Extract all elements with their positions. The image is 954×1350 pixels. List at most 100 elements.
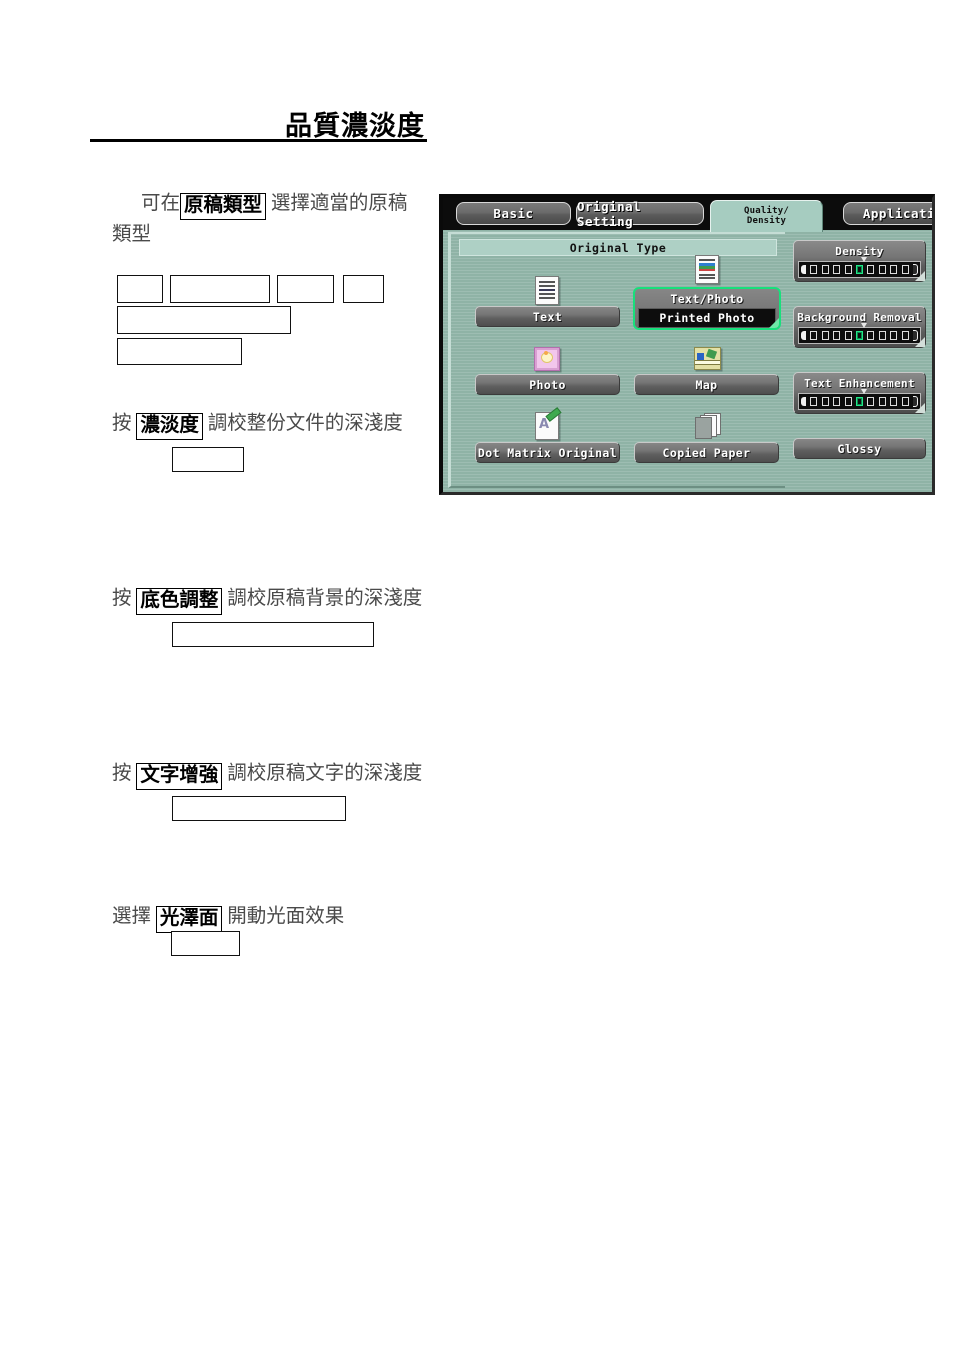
density-slider-step[interactable] — [878, 265, 886, 274]
map-icon — [694, 342, 721, 372]
background-removal-slider-step[interactable] — [844, 331, 852, 340]
instruction-3-suffix: 調校原稿背景的深淺度 — [227, 588, 423, 609]
instruction-line-6: 選擇 光澤面 開動光面效果 — [112, 901, 344, 933]
text-enhancement-slider-step[interactable] — [844, 397, 852, 406]
background-removal-control[interactable]: Background Removal — [793, 306, 926, 348]
background-removal-slider-step[interactable] — [901, 331, 909, 340]
blank-note-box-7 — [172, 447, 244, 472]
background-removal-slider-min-cap — [801, 331, 806, 340]
instruction-2-suffix: 調校整份文件的深淺度 — [207, 413, 403, 434]
background-removal-slider-step[interactable] — [821, 331, 829, 340]
key-original-type: 原稿類型 — [180, 193, 267, 220]
dot-matrix-glyph: A — [535, 407, 562, 440]
text-enhancement-slider-step-selected[interactable] — [855, 397, 863, 406]
density-slider-step[interactable] — [844, 265, 852, 274]
text-document-glyph — [535, 276, 559, 305]
text-enhancement-slider-step[interactable] — [867, 397, 875, 406]
text-enhancement-slider[interactable] — [798, 389, 921, 410]
key-glossy: 光澤面 — [155, 906, 223, 933]
text-enhancement-slider-step[interactable] — [890, 397, 898, 406]
density-slider-step[interactable] — [890, 265, 898, 274]
instruction-4-prefix: 按 — [112, 763, 132, 784]
text-photo-corner-marker — [769, 318, 779, 328]
blank-note-box-6 — [117, 338, 242, 365]
original-type-printed-photo-suboption[interactable]: Printed Photo — [638, 308, 776, 328]
density-corner-marker — [915, 271, 925, 281]
text-enhancement-slider-step[interactable] — [878, 397, 886, 406]
key-density: 濃淡度 — [136, 413, 203, 440]
density-slider-step[interactable] — [810, 265, 818, 274]
blank-note-box-10 — [171, 931, 240, 956]
dot-matrix-icon: A — [534, 407, 562, 440]
original-type-text-photo-button[interactable]: Text/Photo Printed Photo — [633, 287, 781, 330]
text-enhancement-slider-min-cap — [801, 397, 806, 406]
background-removal-slider-step[interactable] — [833, 331, 841, 340]
blank-note-box-4 — [343, 275, 384, 303]
original-type-dot-matrix-button[interactable]: Dot Matrix Original — [475, 442, 620, 463]
instruction-4-suffix: 調校原稿文字的深淺度 — [227, 763, 423, 784]
density-label: Density — [835, 244, 884, 258]
instruction-5-suffix: 開動光面效果 — [227, 906, 345, 927]
density-slider-min-cap — [801, 265, 806, 274]
photo-glyph — [534, 347, 560, 371]
instruction-2-prefix: 按 — [112, 413, 132, 434]
paper-stack-icon — [694, 410, 721, 440]
background-removal-slider-step[interactable] — [890, 331, 898, 340]
text-enhancement-slider-step[interactable] — [901, 397, 909, 406]
density-slider-step-selected[interactable] — [855, 265, 863, 274]
text-enhancement-slider-step[interactable] — [833, 397, 841, 406]
blank-note-box-2 — [170, 275, 270, 303]
original-type-photo-button[interactable]: Photo — [475, 374, 620, 395]
background-removal-slider-marker — [861, 323, 867, 328]
density-slider-step[interactable] — [901, 265, 909, 274]
tab-basic[interactable]: Basic — [456, 202, 571, 225]
instruction-line-2: 類型 — [112, 219, 151, 250]
text-enhancement-corner-marker — [915, 403, 925, 413]
background-removal-corner-marker — [915, 337, 925, 347]
panel-content: Original Type Text Text/Photo Printed Ph… — [448, 232, 930, 490]
background-removal-slider-step[interactable] — [867, 331, 875, 340]
text-enhancement-slider-marker — [861, 389, 867, 394]
instruction-line-1: 可在 原稿類型 選擇適當的原稿 — [141, 188, 407, 220]
title-underline — [90, 139, 427, 142]
density-slider[interactable] — [798, 257, 921, 278]
instruction-line-4: 按 底色調整 調校原稿背景的深淺度 — [112, 583, 422, 615]
text-enhancement-slider-step[interactable] — [810, 397, 818, 406]
background-removal-slider-step[interactable] — [810, 331, 818, 340]
blank-note-box-3 — [277, 275, 334, 303]
instruction-1-suffix: 選擇適當的原稿 — [270, 193, 408, 214]
blank-note-box-8 — [172, 622, 374, 647]
text-photo-document-glyph — [695, 255, 719, 284]
text-document-icon — [534, 274, 560, 305]
tab-quality-density-line2: Density — [746, 215, 787, 226]
original-type-header: Original Type — [459, 239, 777, 256]
tab-original-setting[interactable]: Original Setting — [576, 199, 704, 229]
glossy-button[interactable]: Glossy — [793, 438, 926, 459]
tab-application[interactable]: Application — [843, 202, 932, 225]
density-control[interactable]: Density — [793, 240, 926, 282]
density-slider-step[interactable] — [821, 265, 829, 274]
background-removal-slider-step-selected[interactable] — [855, 331, 863, 340]
blank-note-box-9 — [172, 796, 346, 821]
instruction-1-continuation: 類型 — [112, 224, 152, 245]
text-enhancement-slider-step[interactable] — [821, 397, 829, 406]
instruction-3-prefix: 按 — [112, 588, 132, 609]
density-slider-step[interactable] — [833, 265, 841, 274]
density-slider-step[interactable] — [867, 265, 875, 274]
panel-tab-bar: Basic Original Setting Quality/ Density … — [443, 198, 932, 232]
tab-quality-density[interactable]: Quality/ Density — [710, 200, 823, 232]
text-enhancement-control[interactable]: Text Enhancement — [793, 372, 926, 414]
key-background-removal: 底色調整 — [136, 588, 223, 615]
original-type-text-button[interactable]: Text — [475, 306, 620, 327]
original-type-section: Original Type Text Text/Photo Printed Ph… — [448, 232, 785, 488]
copier-touch-panel: Basic Original Setting Quality/ Density … — [439, 194, 935, 495]
text-enhancement-label: Text Enhancement — [804, 376, 915, 390]
instruction-5-prefix: 選擇 — [112, 906, 152, 927]
blank-note-box-5 — [117, 306, 291, 334]
background-removal-slider[interactable] — [798, 323, 921, 344]
background-removal-slider-step[interactable] — [878, 331, 886, 340]
original-type-map-button[interactable]: Map — [634, 374, 779, 395]
original-type-copied-paper-button[interactable]: Copied Paper — [634, 442, 779, 463]
original-type-text-photo-label: Text/Photo — [670, 291, 744, 306]
paper-stack-glyph — [694, 413, 721, 439]
